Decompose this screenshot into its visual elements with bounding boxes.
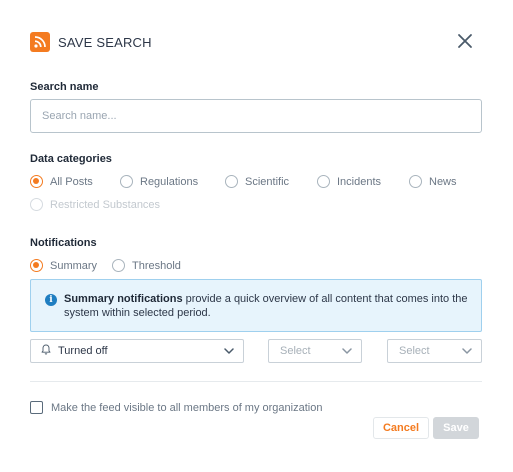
- search-name-input[interactable]: [30, 99, 482, 133]
- visible-to-organization-checkbox[interactable]: Make the feed visible to all members of …: [30, 401, 322, 414]
- cancel-button[interactable]: Cancel: [373, 417, 429, 439]
- period-select[interactable]: Select: [268, 339, 362, 363]
- checkbox-label: Make the feed visible to all members of …: [51, 401, 323, 414]
- time-select[interactable]: Select: [387, 339, 482, 363]
- radio-circle: [225, 175, 238, 188]
- info-icon: i: [45, 294, 57, 306]
- category-radio-news[interactable]: News: [409, 175, 457, 188]
- radio-label: Threshold: [132, 259, 181, 272]
- notification-radio-threshold[interactable]: Threshold: [112, 259, 181, 272]
- notifications-label: Notifications: [30, 237, 97, 249]
- checkbox-box[interactable]: [30, 401, 43, 414]
- chevron-down-icon: [342, 345, 352, 357]
- frequency-select-value: Turned off: [58, 345, 108, 357]
- radio-label: Summary: [50, 259, 98, 272]
- radio-circle: [120, 175, 133, 188]
- radio-label: All Posts: [50, 175, 93, 188]
- category-radio-scientific[interactable]: Scientific: [225, 175, 289, 188]
- divider: [30, 381, 482, 382]
- category-radio-regulations[interactable]: Regulations: [120, 175, 198, 188]
- info-text: Summary notifications provide a quick ov…: [64, 292, 474, 320]
- chevron-down-icon: [224, 345, 234, 357]
- close-icon[interactable]: [456, 32, 474, 50]
- chevron-down-icon: [462, 345, 472, 357]
- category-radio-all-posts[interactable]: All Posts: [30, 175, 93, 188]
- rss-feed-icon: [30, 32, 50, 52]
- summary-info-box: i Summary notifications provide a quick …: [30, 279, 482, 332]
- radio-circle: [30, 198, 43, 211]
- time-select-placeholder: Select: [399, 345, 430, 357]
- save-button[interactable]: Save: [433, 417, 479, 439]
- search-name-label: Search name: [30, 81, 99, 93]
- data-categories-label: Data categories: [30, 153, 112, 165]
- category-radio-incidents[interactable]: Incidents: [317, 175, 381, 188]
- radio-label: Regulations: [140, 175, 199, 188]
- radio-label: Restricted Substances: [50, 198, 161, 211]
- notification-radio-summary[interactable]: Summary: [30, 259, 97, 272]
- radio-label: Scientific: [245, 175, 290, 188]
- radio-circle: [30, 175, 43, 188]
- modal-title: SAVE SEARCH: [58, 34, 152, 50]
- period-select-placeholder: Select: [280, 345, 311, 357]
- radio-label: Incidents: [337, 175, 382, 188]
- radio-circle: [30, 259, 43, 272]
- bell-icon: [41, 344, 51, 358]
- category-radio-restricted-substances: Restricted Substances: [30, 198, 160, 211]
- info-bold-text: Summary notifications: [64, 293, 183, 305]
- radio-label: News: [429, 175, 457, 188]
- radio-circle: [317, 175, 330, 188]
- radio-circle: [409, 175, 422, 188]
- notification-frequency-select[interactable]: Turned off: [30, 339, 244, 363]
- radio-circle: [112, 259, 125, 272]
- modal-header: SAVE SEARCH: [30, 31, 482, 53]
- save-search-modal: SAVE SEARCH Search name Data categories …: [0, 0, 513, 472]
